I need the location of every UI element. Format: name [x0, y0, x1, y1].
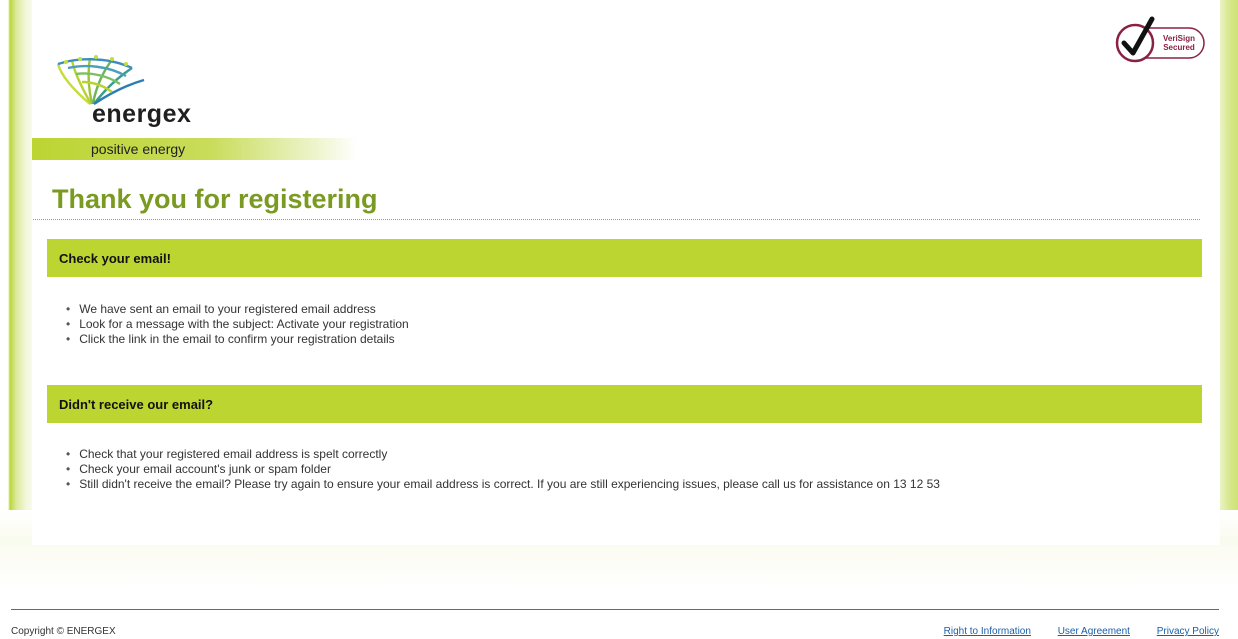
not-received-list: Check that your registered email address…	[66, 447, 940, 492]
section-header-not-received: Didn't receive our email?	[47, 385, 1202, 423]
section-heading: Check your email!	[59, 251, 171, 266]
list-item: Still didn't receive the email? Please t…	[66, 477, 940, 492]
link-user-agreement[interactable]: User Agreement	[1058, 626, 1130, 637]
footer-divider	[11, 609, 1219, 610]
list-item: Check your email account's junk or spam …	[66, 462, 940, 477]
check-email-list: We have sent an email to your registered…	[66, 302, 409, 347]
footer-links: Right to Information User Agreement Priv…	[920, 626, 1219, 637]
list-item: We have sent an email to your registered…	[66, 302, 409, 317]
verisign-secured-badge[interactable]: VeriSign Secured	[1112, 13, 1208, 65]
link-privacy-policy[interactable]: Privacy Policy	[1157, 626, 1219, 637]
brand-wordmark: energex	[92, 100, 192, 128]
verisign-line2: Secured	[1163, 43, 1195, 52]
list-item: Click the link in the email to confirm y…	[66, 332, 409, 347]
section-heading: Didn't receive our email?	[59, 397, 214, 412]
list-item: Check that your registered email address…	[66, 447, 940, 462]
brand-tagline: positive energy	[91, 141, 186, 157]
footer-copyright: Copyright © ENERGEX	[11, 626, 116, 637]
page-title: Thank you for registering	[52, 184, 378, 214]
title-divider	[33, 219, 1200, 220]
tagline-bar	[32, 138, 357, 160]
link-right-to-information[interactable]: Right to Information	[944, 626, 1031, 637]
list-item: Look for a message with the subject: Act…	[66, 317, 409, 332]
verisign-line1: VeriSign	[1163, 34, 1195, 43]
section-header-check-email: Check your email!	[47, 239, 1202, 277]
